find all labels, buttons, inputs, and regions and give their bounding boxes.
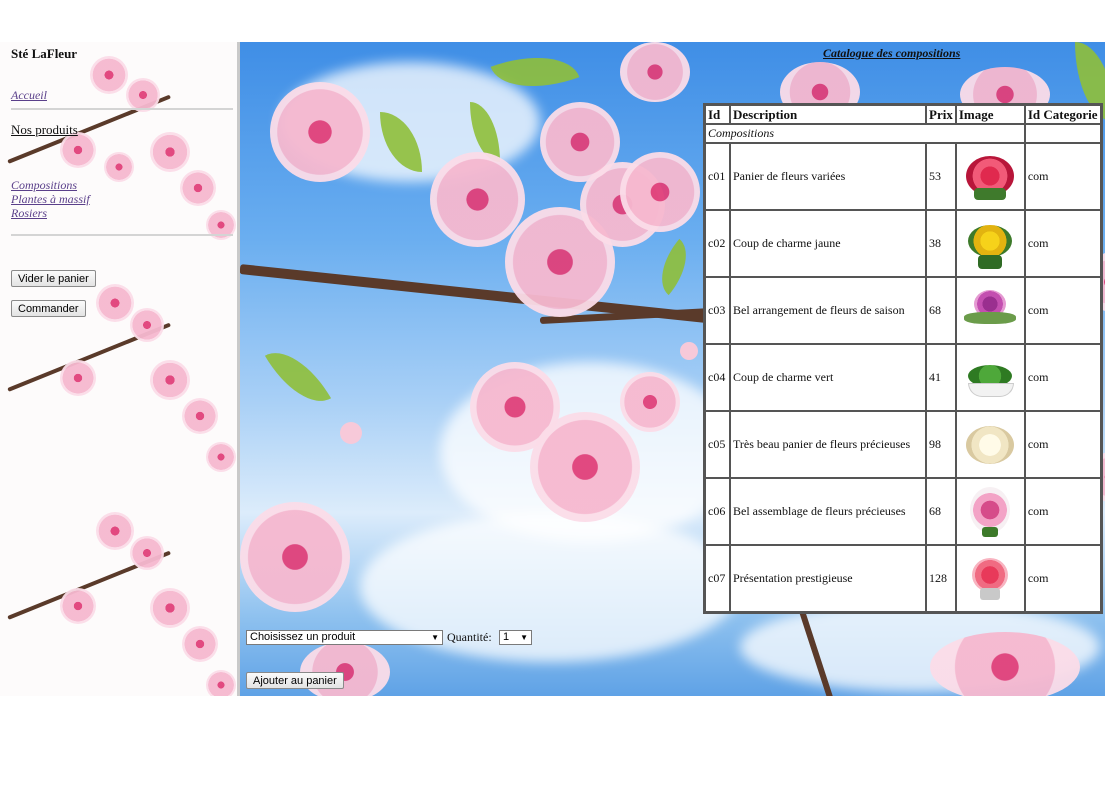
quantity-select-value: 1: [503, 631, 510, 643]
product-select[interactable]: Choisissez un produit ▼: [246, 630, 443, 645]
column-header-price: Prix: [926, 105, 956, 124]
product-category: com: [1024, 478, 1101, 545]
product-image-cell: [955, 411, 1025, 478]
lily-arrangement-icon: [960, 483, 1020, 541]
table-group-row: Compositions: [705, 124, 1101, 143]
product-description: Présentation prestigieuse: [730, 545, 926, 612]
product-category: com: [1024, 344, 1101, 411]
category-link-rosiers[interactable]: Rosiers: [11, 206, 90, 220]
product-image-cell: [955, 478, 1025, 545]
product-select-value: Choisissez un produit: [250, 631, 356, 643]
product-image-cell: [955, 344, 1025, 411]
empty-cart-button[interactable]: Vider le panier: [11, 270, 96, 287]
main-frame: Catalogue des compositions Id Descriptio…: [240, 42, 1105, 696]
column-header-category: Id Categorie: [1024, 105, 1101, 124]
company-name: Sté LaFleur: [11, 46, 78, 61]
product-price: 53: [926, 143, 956, 210]
column-header-image: Image: [955, 105, 1025, 124]
group-label: Compositions: [705, 124, 1025, 143]
column-header-description: Description: [730, 105, 926, 124]
white-flower-basket-icon: [960, 416, 1020, 474]
chevron-down-icon: ▼: [520, 633, 528, 642]
green-plant-bowl-icon: [960, 349, 1020, 407]
category-link-compositions[interactable]: Compositions: [11, 178, 90, 192]
table-header-row: Id Description Prix Image Id Categorie: [705, 105, 1101, 124]
product-description: Bel assemblage de fleurs précieuses: [730, 478, 926, 545]
table-row: c03 Bel arrangement de fleurs de saison …: [705, 277, 1101, 344]
divider: [11, 108, 233, 110]
divider: [11, 234, 233, 236]
table-row: c06 Bel assemblage de fleurs précieuses …: [705, 478, 1101, 545]
table-row: c05 Très beau panier de fleurs précieuse…: [705, 411, 1101, 478]
product-price: 68: [926, 478, 956, 545]
product-category: com: [1024, 411, 1101, 478]
chevron-down-icon: ▼: [431, 633, 439, 642]
product-id: c05: [705, 411, 730, 478]
table-row: c02 Coup de charme jaune 38 com: [705, 210, 1101, 277]
product-id: c02: [705, 210, 730, 277]
pink-rose-bouquet-icon: [960, 550, 1020, 608]
product-description: Coup de charme jaune: [730, 210, 926, 277]
mixed-flower-basket-icon: [960, 148, 1020, 206]
product-id: c04: [705, 344, 730, 411]
column-header-id: Id: [705, 105, 730, 124]
quantity-label: Quantité:: [447, 630, 492, 644]
product-id: c06: [705, 478, 730, 545]
product-price: 98: [926, 411, 956, 478]
product-description: Bel arrangement de fleurs de saison: [730, 277, 926, 344]
products-heading: Nos produits: [11, 122, 78, 137]
yellow-bouquet-icon: [960, 215, 1020, 273]
product-id: c03: [705, 277, 730, 344]
product-price: 128: [926, 545, 956, 612]
product-id: c07: [705, 545, 730, 612]
catalog-title: Catalogue des compositions: [823, 46, 961, 60]
home-link[interactable]: Accueil: [11, 88, 47, 102]
seasonal-arrangement-icon: [960, 282, 1020, 340]
quantity-select[interactable]: 1 ▼: [499, 630, 532, 645]
table-row: c04 Coup de charme vert 41 com: [705, 344, 1101, 411]
product-price: 41: [926, 344, 956, 411]
sidebar-frame: Sté LaFleur Accueil Nos produits Composi…: [0, 42, 240, 696]
product-category: com: [1024, 277, 1101, 344]
order-button[interactable]: Commander: [11, 300, 86, 317]
product-price: 68: [926, 277, 956, 344]
product-category: com: [1024, 210, 1101, 277]
product-description: Très beau panier de fleurs précieuses: [730, 411, 926, 478]
add-to-cart-button[interactable]: Ajouter au panier: [246, 672, 344, 689]
catalog-table: Id Description Prix Image Id Categorie C…: [703, 103, 1103, 614]
product-image-cell: [955, 545, 1025, 612]
category-links: Compositions Plantes à massif Rosiers: [11, 178, 90, 220]
product-image-cell: [955, 143, 1025, 210]
product-image-cell: [955, 277, 1025, 344]
product-category: com: [1024, 143, 1101, 210]
product-id: c01: [705, 143, 730, 210]
product-description: Coup de charme vert: [730, 344, 926, 411]
product-image-cell: [955, 210, 1025, 277]
table-row: c07 Présentation prestigieuse 128 com: [705, 545, 1101, 612]
table-row: c01 Panier de fleurs variées 53 com: [705, 143, 1101, 210]
product-price: 38: [926, 210, 956, 277]
product-description: Panier de fleurs variées: [730, 143, 926, 210]
product-category: com: [1024, 545, 1101, 612]
category-link-plantes-a-massif[interactable]: Plantes à massif: [11, 192, 90, 206]
